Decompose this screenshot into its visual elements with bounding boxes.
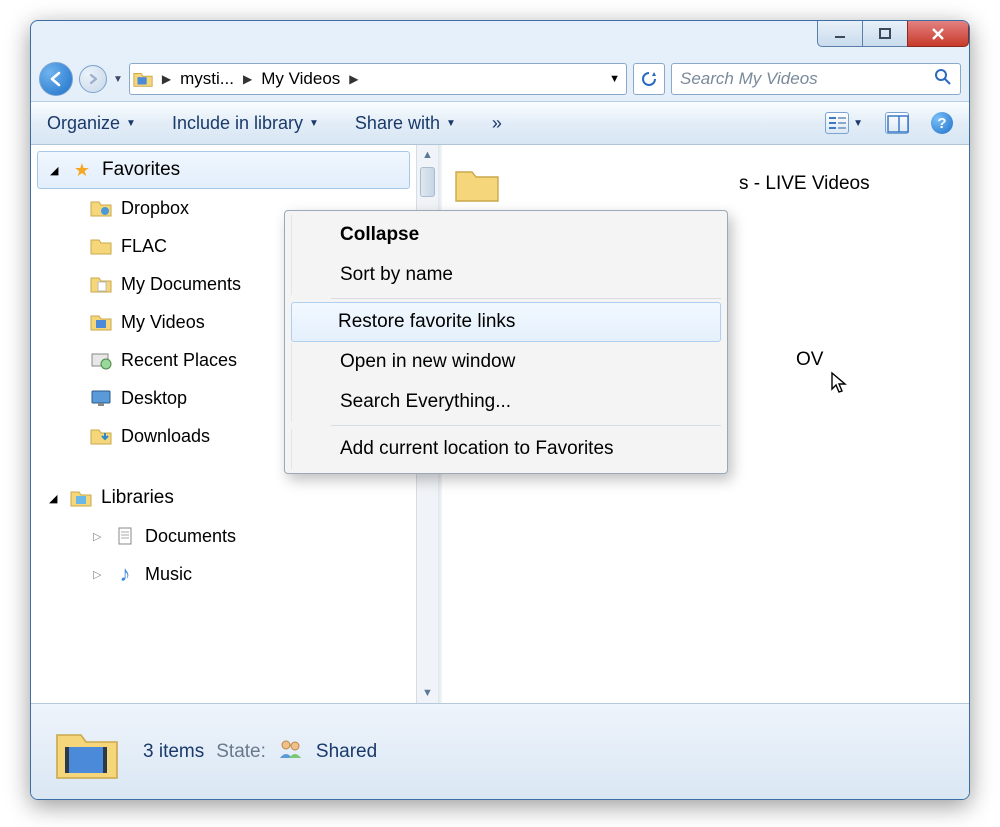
forward-button[interactable] <box>79 65 107 93</box>
item-count: 3 items <box>143 741 204 763</box>
breadcrumb-1[interactable]: mysti... <box>179 69 235 89</box>
tree-label: Downloads <box>121 426 210 447</box>
details-pane: 3 items State: Shared <box>31 703 969 799</box>
tree-label: Music <box>145 564 192 585</box>
address-dropdown-icon[interactable]: ▼ <box>609 73 624 85</box>
preview-pane-button[interactable] <box>885 112 909 134</box>
search-placeholder: Search My Videos <box>680 69 818 89</box>
back-button[interactable] <box>39 62 73 96</box>
tree-label: FLAC <box>121 236 167 257</box>
menu-separator <box>331 298 721 299</box>
tree-label: Desktop <box>121 388 187 409</box>
sidebar-item-documents[interactable]: ▷ Documents <box>31 517 416 555</box>
recent-icon <box>89 349 113 371</box>
folder-icon <box>89 235 113 257</box>
shared-icon <box>278 738 304 766</box>
scroll-down-icon[interactable]: ▼ <box>417 683 438 703</box>
include-library-button[interactable]: Include in library▼ <box>172 113 319 134</box>
tree-label: Documents <box>145 526 236 547</box>
music-icon: ♪ <box>113 563 137 585</box>
share-with-button[interactable]: Share with▼ <box>355 113 456 134</box>
search-input[interactable]: Search My Videos <box>671 63 961 95</box>
menu-open-new-window[interactable]: Open in new window <box>291 342 723 382</box>
sidebar-item-music[interactable]: ▷ ♪ Music <box>31 555 416 593</box>
file-item[interactable]: xxxxxxxxxxxxxxxxxxxxxxs - LIVE Videos <box>452 161 959 207</box>
folder-thumbnail-icon <box>51 721 123 783</box>
libraries-header[interactable]: ◢ Libraries <box>31 479 416 517</box>
folder-icon <box>89 425 113 447</box>
address-bar[interactable]: ▶ mysti... ▶ My Videos ▶ ▼ <box>129 63 627 95</box>
star-icon: ★ <box>70 159 94 181</box>
refresh-button[interactable] <box>633 63 665 95</box>
maximize-button[interactable] <box>862 21 908 47</box>
nav-bar: ▼ ▶ mysti... ▶ My Videos ▶ ▼ Search My V… <box>31 57 969 101</box>
menu-sort[interactable]: Sort by name <box>291 255 723 295</box>
context-menu: Collapse Sort by name Restore favorite l… <box>284 210 728 474</box>
expander-icon[interactable]: ▷ <box>93 530 105 543</box>
expander-icon[interactable]: ◢ <box>50 164 62 177</box>
breadcrumb-2[interactable]: My Videos <box>260 69 341 89</box>
search-icon <box>934 68 952 91</box>
menu-restore-favorites[interactable]: Restore favorite links <box>291 302 721 342</box>
breadcrumb-sep-icon: ▶ <box>349 72 358 86</box>
folder-icon <box>452 162 502 206</box>
tree-label: Dropbox <box>121 198 189 219</box>
tree-label: Recent Places <box>121 350 237 371</box>
help-button[interactable]: ? <box>931 112 953 134</box>
libraries-icon <box>69 487 93 509</box>
state-label: State: <box>216 741 266 763</box>
desktop-icon <box>89 387 113 409</box>
document-icon <box>113 525 137 547</box>
view-dropdown-icon[interactable]: ▼ <box>853 118 863 129</box>
folder-icon <box>89 197 113 219</box>
view-mode-button[interactable] <box>825 112 849 134</box>
favorites-header[interactable]: ◢ ★ Favorites <box>37 151 410 189</box>
menu-separator <box>331 425 721 426</box>
expander-icon[interactable]: ◢ <box>49 492 61 505</box>
minimize-button[interactable] <box>817 21 863 47</box>
tree-label: My Documents <box>121 274 241 295</box>
menu-collapse[interactable]: Collapse <box>291 215 723 255</box>
titlebar <box>31 21 969 57</box>
file-name: s - LIVE Videos <box>739 173 870 195</box>
folder-icon <box>89 273 113 295</box>
nav-dropdown-icon[interactable]: ▼ <box>113 74 123 85</box>
menu-add-favorite[interactable]: Add current location to Favorites <box>291 429 723 469</box>
organize-button[interactable]: Organize▼ <box>47 113 136 134</box>
libraries-label: Libraries <box>101 487 174 509</box>
expander-icon[interactable]: ▷ <box>93 568 105 581</box>
more-button[interactable]: » <box>492 113 502 134</box>
close-button[interactable] <box>907 21 969 47</box>
folder-icon <box>132 68 154 90</box>
folder-icon <box>89 311 113 333</box>
command-bar: Organize▼ Include in library▼ Share with… <box>31 101 969 145</box>
menu-search-everything[interactable]: Search Everything... <box>291 382 723 422</box>
tree-label: My Videos <box>121 312 205 333</box>
breadcrumb-sep-icon: ▶ <box>162 72 171 86</box>
scroll-thumb[interactable] <box>420 167 435 197</box>
favorites-label: Favorites <box>102 159 180 181</box>
file-name: OV <box>796 349 823 371</box>
breadcrumb-sep-icon: ▶ <box>243 72 252 86</box>
scroll-up-icon[interactable]: ▲ <box>417 145 438 165</box>
state-value: Shared <box>316 741 377 763</box>
